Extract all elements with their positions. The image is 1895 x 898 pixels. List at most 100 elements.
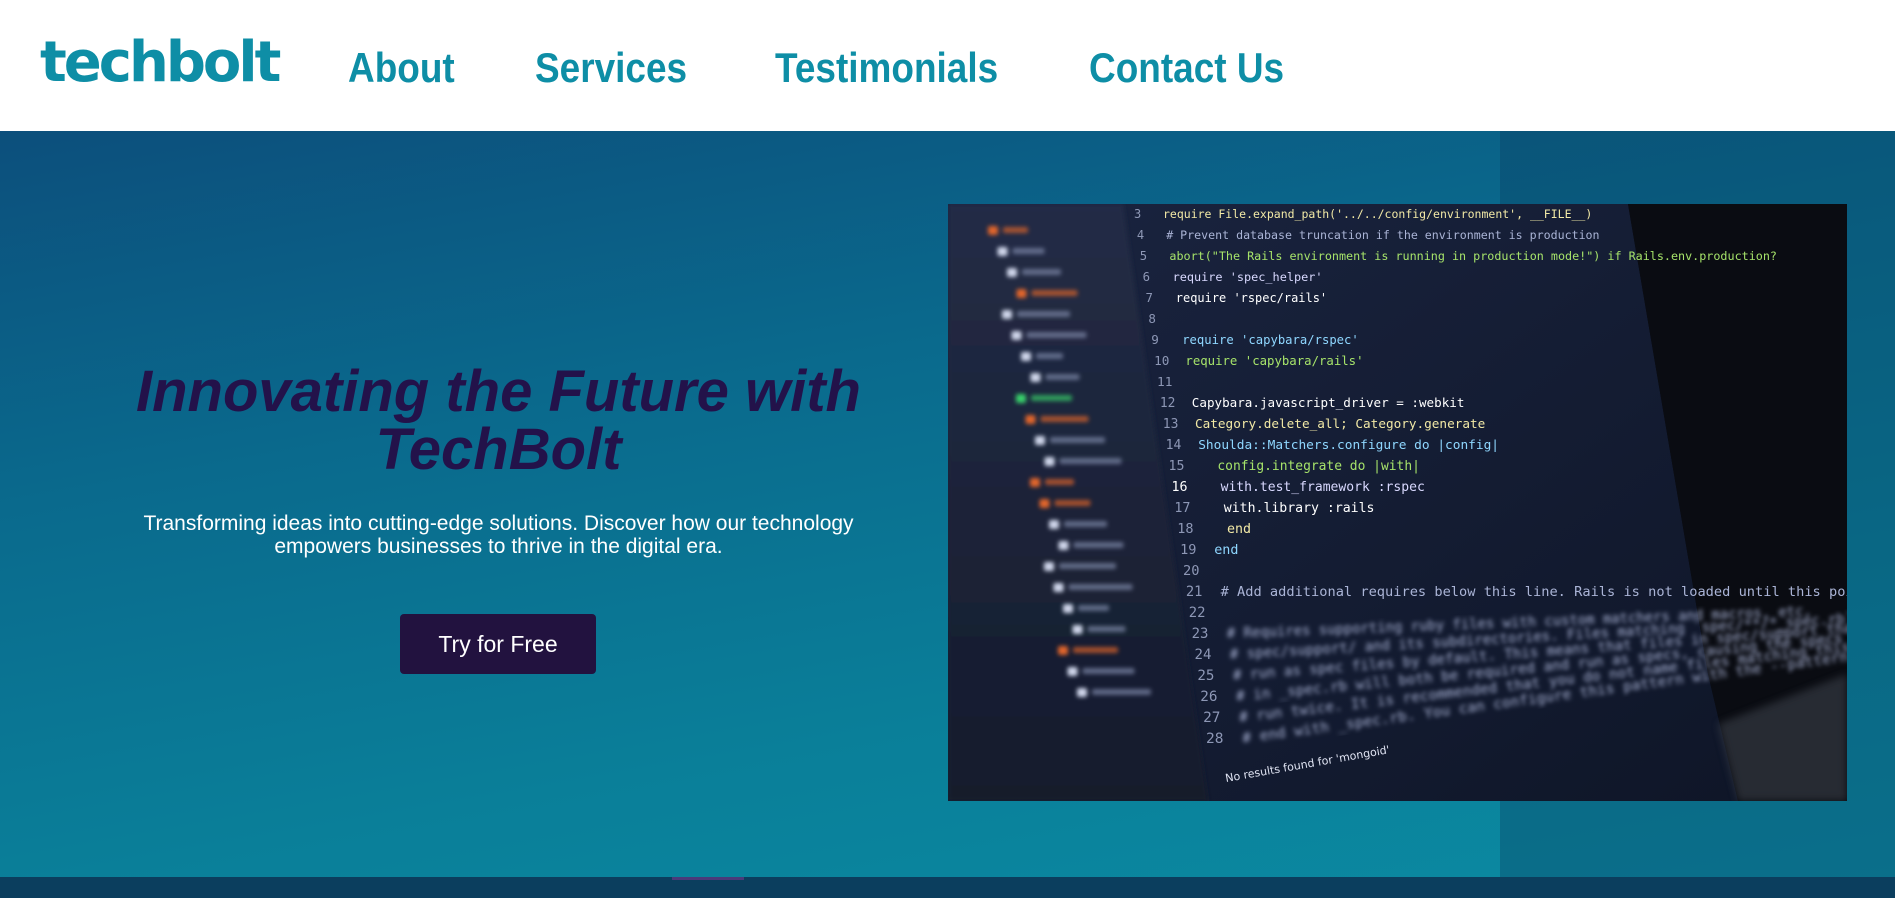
code-line-text: # Prevent database truncation if the env… xyxy=(1166,228,1599,242)
file-tree-label xyxy=(1017,311,1070,317)
file-tree-label xyxy=(1031,395,1072,401)
code-line-number: 7 xyxy=(1146,290,1153,305)
code-line-number: 12 xyxy=(1160,396,1176,411)
file-tree-icon xyxy=(1002,310,1012,319)
file-tree-icon xyxy=(1016,394,1026,403)
file-tree-label xyxy=(1040,416,1089,422)
footer-strip xyxy=(0,877,1895,898)
file-tree-label xyxy=(1068,584,1133,590)
code-line-number: 27 xyxy=(1203,710,1220,726)
code-line-text: require 'rspec/rails' xyxy=(1176,291,1327,305)
try-for-free-button[interactable]: Try for Free xyxy=(400,614,596,674)
file-tree-icon xyxy=(1030,373,1041,382)
code-line-text: end xyxy=(1214,543,1238,558)
code-line-number: 11 xyxy=(1157,375,1172,390)
code-line-text: # Add additional requires below this lin… xyxy=(1221,584,1847,600)
file-tree-icon xyxy=(1077,688,1087,697)
code-line-number: 21 xyxy=(1186,584,1203,600)
file-tree-label xyxy=(1054,500,1091,506)
file-tree-label xyxy=(1059,458,1122,464)
code-line-number: 5 xyxy=(1140,249,1147,263)
site-header: techbolt About Services Testimonials Con… xyxy=(0,0,1895,131)
file-tree-label xyxy=(1031,290,1078,296)
file-tree-icon xyxy=(1039,499,1050,508)
code-line-number: 4 xyxy=(1137,228,1144,242)
code-line-text: Category.delete_all; Category.generate xyxy=(1195,416,1485,431)
logo-text: techbolt xyxy=(40,30,281,95)
brand-logo[interactable]: techbolt xyxy=(40,28,281,98)
hero-title: Innovating the Future with TechBolt xyxy=(136,359,861,482)
file-tree-label xyxy=(1064,521,1107,527)
code-line-text: require 'spec_helper' xyxy=(1173,270,1323,284)
file-tree-label xyxy=(1045,374,1080,380)
code-line-number: 15 xyxy=(1169,459,1185,474)
file-tree-icon xyxy=(1035,436,1045,445)
footer-accent-mark xyxy=(672,877,744,880)
hero-text-block: Innovating the Future with TechBolt Tran… xyxy=(100,359,897,559)
file-tree-icon xyxy=(1049,520,1059,529)
code-line-number: 16 xyxy=(1171,480,1187,495)
code-line-number: 25 xyxy=(1197,668,1214,684)
hero-subtitle: Transforming ideas into cutting-edge sol… xyxy=(143,512,854,558)
file-tree-icon xyxy=(1007,268,1017,277)
file-tree-label xyxy=(1087,626,1126,632)
file-tree-icon xyxy=(1016,289,1027,298)
file-tree-label xyxy=(1082,668,1135,674)
nav-link-about[interactable]: About xyxy=(348,44,455,92)
code-line-number: 3 xyxy=(1134,207,1141,221)
nav-link-contact-us[interactable]: Contact Us xyxy=(1089,44,1284,92)
nav-link-testimonials[interactable]: Testimonials xyxy=(775,44,998,92)
file-tree-icon xyxy=(1011,331,1022,340)
file-tree-icon xyxy=(1021,352,1031,361)
hero-section: Innovating the Future with TechBolt Tran… xyxy=(0,131,1895,877)
code-line-number: 9 xyxy=(1151,332,1159,347)
file-tree-label xyxy=(1022,269,1061,275)
code-line-text: with.library :rails xyxy=(1224,501,1375,516)
file-tree-icon xyxy=(1044,457,1055,466)
code-line-number: 10 xyxy=(1154,353,1169,368)
file-tree-icon xyxy=(997,247,1008,256)
code-line-number: 6 xyxy=(1143,270,1150,284)
laptop-code-photo: 3 require File.expand_path('../../config/… xyxy=(948,204,1847,801)
file-tree-label xyxy=(1073,542,1124,548)
file-tree-icon xyxy=(1067,667,1078,676)
file-tree-label xyxy=(1078,605,1109,611)
file-tree-icon xyxy=(1030,478,1040,487)
code-line-number: 14 xyxy=(1166,438,1182,453)
file-tree-icon xyxy=(1044,562,1054,571)
code-line-text: config.integrate do |with| xyxy=(1217,459,1420,474)
code-line-number: 8 xyxy=(1148,311,1156,326)
code-line-number: 23 xyxy=(1192,626,1209,642)
code-line-text: end xyxy=(1227,522,1251,537)
code-line-text: require 'capybara/rspec' xyxy=(1182,333,1359,347)
file-tree-icon xyxy=(1058,541,1069,550)
file-tree-label xyxy=(1012,248,1045,254)
code-line-number: 24 xyxy=(1194,647,1211,663)
file-tree-icon xyxy=(1025,415,1036,424)
file-tree-icon xyxy=(1058,646,1068,655)
code-line-number: 28 xyxy=(1206,731,1223,747)
file-tree-label xyxy=(1036,353,1063,359)
file-tree-label xyxy=(1092,689,1151,695)
file-tree-icon xyxy=(988,226,998,235)
code-line-text: abort("The Rails environment is running … xyxy=(1169,249,1777,263)
file-tree-label xyxy=(1059,563,1116,569)
file-tree-label xyxy=(1003,227,1028,233)
file-tree-label xyxy=(1073,647,1118,653)
code-line-text: with.test_framework :rspec xyxy=(1221,480,1425,495)
code-line-text: require File.expand_path('../../config/e… xyxy=(1163,207,1592,221)
code-line-number: 13 xyxy=(1163,417,1179,432)
code-line-number: 22 xyxy=(1189,605,1206,621)
code-line-text: require 'capybara/rails' xyxy=(1185,354,1363,368)
code-line-text: Shoulda::Matchers.configure do |config| xyxy=(1198,438,1499,453)
nav-link-services[interactable]: Services xyxy=(535,44,687,92)
file-tree-icon xyxy=(1072,625,1083,634)
file-tree-icon xyxy=(1053,583,1064,592)
file-tree-label xyxy=(1045,479,1074,485)
code-screen-image: 3 require File.expand_path('../../config/… xyxy=(948,204,1847,801)
code-line-number: 17 xyxy=(1174,501,1190,516)
file-tree-label xyxy=(1026,332,1087,338)
code-line-number: 20 xyxy=(1183,563,1199,579)
code-line-number: 18 xyxy=(1177,521,1193,537)
code-line-number: 19 xyxy=(1180,542,1196,558)
